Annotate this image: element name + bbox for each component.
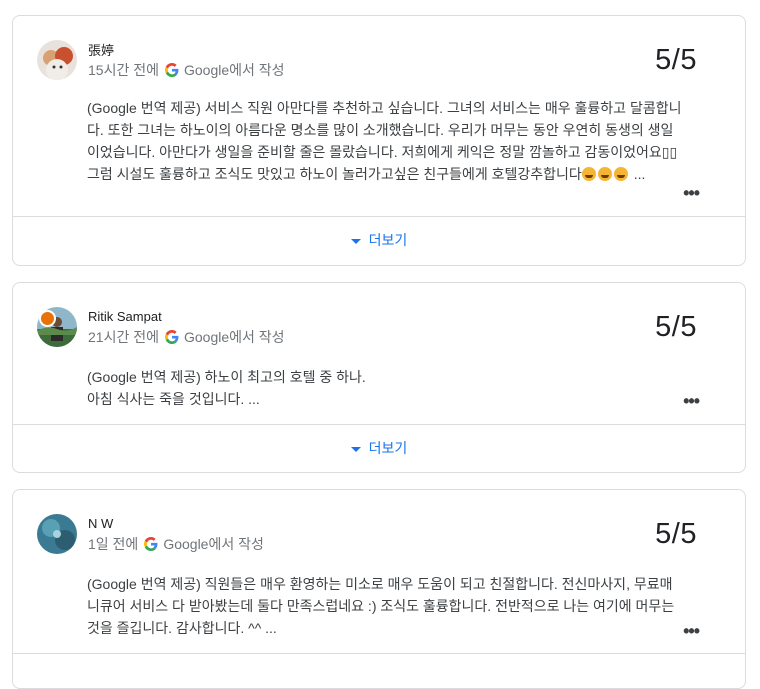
- review-text-line: 아침 식사는 죽을 것입니다. ...: [87, 391, 260, 407]
- review-meta: 15시간 전에 Google에서 작성: [88, 60, 285, 80]
- reviewer-name[interactable]: 張婷: [88, 40, 114, 59]
- reviewer-name[interactable]: N W: [88, 516, 113, 531]
- expand-label: 더보기: [368, 232, 408, 248]
- more-options-icon[interactable]: •••: [683, 622, 700, 640]
- review-source: Google에서 작성: [183, 62, 285, 78]
- review-card: 張婷 15시간 전에 Google에서 작성 5/5 (Google 번역 제공…: [12, 15, 746, 266]
- review-card: N W 1일 전에 Google에서 작성 5/5 (Google 번역 제공)…: [12, 489, 746, 689]
- reviewer-name[interactable]: Ritik Sampat: [88, 309, 162, 324]
- review-text: (Google 번역 제공) 직원들은 매우 환영하는 미소로 매우 도움이 되…: [87, 576, 675, 636]
- divider: [13, 653, 745, 654]
- review-time: 21시간 전에: [88, 329, 159, 345]
- expand-review-button[interactable]: 더보기: [13, 217, 745, 263]
- expand-label: 더보기: [368, 440, 408, 456]
- more-options-icon[interactable]: •••: [683, 392, 700, 410]
- review-score: 5/5: [655, 518, 697, 550]
- google-icon: [164, 63, 179, 77]
- avatar[interactable]: [37, 514, 77, 554]
- review-score: 5/5: [655, 44, 697, 76]
- review-meta: 21시간 전에 Google에서 작성: [88, 327, 285, 347]
- review-source: Google에서 작성: [183, 329, 285, 345]
- expand-review-button[interactable]: 더보기: [13, 425, 745, 471]
- google-icon: [164, 330, 179, 344]
- caret-down-icon: [350, 238, 361, 244]
- caret-down-icon: [350, 446, 361, 452]
- grinning-squinting-face-icon: [613, 167, 628, 181]
- review-text-line: (Google 번역 제공) 하노이 최고의 호텔 중 하나.: [87, 369, 366, 385]
- review-meta: 1일 전에 Google에서 작성: [88, 534, 264, 554]
- review-text-ellipsis: ...: [633, 166, 646, 182]
- review-card: Ritik Sampat 21시간 전에 Google에서 작성 5/5 (Go…: [12, 282, 746, 473]
- local-guide-badge-icon: [39, 310, 56, 327]
- grinning-squinting-face-icon: [597, 167, 612, 181]
- review-time: 15시간 전에: [88, 62, 159, 78]
- google-icon: [144, 537, 158, 551]
- grinning-squinting-face-icon: [581, 167, 596, 181]
- review-source: Google에서 작성: [163, 536, 264, 552]
- review-text: (Google 번역 제공) 하노이 최고의 호텔 중 하나. 아침 식사는 죽…: [87, 366, 683, 410]
- review-score: 5/5: [655, 311, 697, 343]
- avatar[interactable]: [37, 40, 77, 80]
- review-time: 1일 전에: [88, 536, 139, 552]
- review-text: (Google 번역 제공) 서비스 직원 아만다를 추천하고 싶습니다. 그녀…: [87, 97, 683, 185]
- more-options-icon[interactable]: •••: [683, 184, 700, 202]
